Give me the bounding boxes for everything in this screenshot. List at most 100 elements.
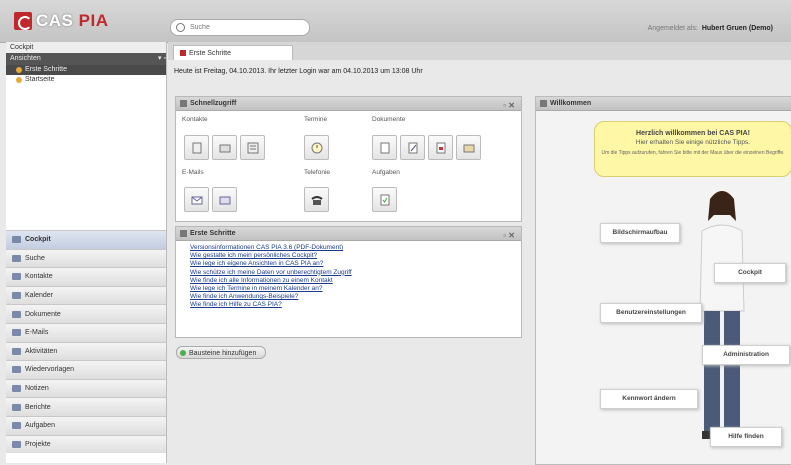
group-termine: Termine bbox=[304, 116, 328, 123]
group-dokumente: Dokumente bbox=[372, 116, 406, 123]
panel-icon bbox=[180, 230, 187, 237]
address-book-icon bbox=[219, 144, 230, 152]
logo-pia-text: PIA bbox=[78, 11, 109, 30]
user-label: Angemeldet als: bbox=[647, 25, 698, 32]
panel-header: Willkommen bbox=[536, 97, 791, 111]
inbox-icon bbox=[219, 196, 230, 204]
panel-title: Erste Schritte bbox=[190, 230, 236, 237]
nav-projekte[interactable]: Projekte bbox=[6, 434, 166, 454]
bubble-hint: Um die Tipps aufzurufen, fahren Sie bitt… bbox=[601, 150, 785, 156]
nav-emails[interactable]: E-Mails bbox=[6, 322, 166, 342]
panel-icon bbox=[540, 100, 547, 107]
document-icon bbox=[380, 142, 389, 153]
phone-call-button[interactable] bbox=[304, 187, 329, 212]
new-email-button[interactable] bbox=[184, 187, 209, 212]
view-item-erste-schritte[interactable]: Erste Schritte bbox=[6, 65, 166, 75]
app-logo: CAS PIA bbox=[14, 10, 108, 32]
first-steps-link[interactable]: Wie finde ich Anwendungs-Beispiele? bbox=[190, 293, 352, 301]
panel-header: Erste Schritte ▫ ✕ bbox=[176, 227, 521, 241]
first-steps-link[interactable]: Wie schütze ich meine Daten vor unberech… bbox=[190, 269, 352, 277]
views-header: Ansichten ▾ ▫ bbox=[6, 53, 166, 65]
mail-icon bbox=[12, 329, 21, 337]
nav-notizen[interactable]: Notizen bbox=[6, 378, 166, 398]
email-inbox-button[interactable] bbox=[212, 187, 237, 212]
search-icon bbox=[12, 254, 21, 262]
view-item-startseite[interactable]: Startseite bbox=[6, 75, 166, 85]
nav-label: Projekte bbox=[25, 440, 51, 448]
pdf-document-button[interactable] bbox=[428, 135, 453, 160]
close-icon[interactable]: ▫ ✕ bbox=[503, 229, 515, 242]
nav-label: Aktivitäten bbox=[25, 347, 58, 355]
edit-document-button[interactable] bbox=[400, 135, 425, 160]
group-kontakte: Kontakte bbox=[182, 116, 208, 123]
nav-aktivitaeten[interactable]: Aktivitäten bbox=[6, 341, 166, 361]
new-appointment-button[interactable] bbox=[304, 135, 329, 160]
cockpit-icon bbox=[12, 236, 21, 244]
tab-bar: Erste Schritte bbox=[168, 42, 791, 60]
nav-suche[interactable]: Suche bbox=[6, 248, 166, 268]
tab-erste-schritte[interactable]: Erste Schritte bbox=[173, 45, 293, 60]
tip-hilfe-finden[interactable]: Hilfe finden bbox=[710, 427, 782, 447]
first-steps-link[interactable]: Wie lege ich Termine in meinem Kalender … bbox=[190, 285, 352, 293]
task-icon bbox=[380, 194, 389, 205]
search-input[interactable] bbox=[188, 23, 302, 32]
nav-berichte[interactable]: Berichte bbox=[6, 397, 166, 416]
new-contact-button[interactable] bbox=[184, 135, 209, 160]
new-task-button[interactable] bbox=[372, 187, 397, 212]
search-box[interactable] bbox=[170, 19, 310, 36]
nav-label: Suche bbox=[25, 254, 45, 262]
group-emails: E-Mails bbox=[182, 169, 204, 176]
module-nav: Cockpit Suche Kontakte Kalender Dokument… bbox=[6, 230, 166, 454]
view-icon bbox=[16, 77, 22, 83]
panel-icon bbox=[180, 100, 187, 107]
nav-label: Dokumente bbox=[25, 310, 61, 318]
add-modules-button[interactable]: Bausteine hinzufügen bbox=[176, 346, 266, 359]
tip-kennwort-aendern[interactable]: Kennwort ändern bbox=[600, 389, 698, 409]
nav-label: Kalender bbox=[25, 292, 54, 300]
first-steps-link[interactable]: Wie finde ich alle Informationen zu eine… bbox=[190, 277, 352, 285]
reminder-icon bbox=[12, 366, 21, 374]
nav-kontakte[interactable]: Kontakte bbox=[6, 267, 166, 286]
document-archive-button[interactable] bbox=[456, 135, 481, 160]
nav-label: Cockpit bbox=[25, 236, 51, 244]
tip-administration[interactable]: Administration bbox=[702, 345, 790, 365]
activity-icon bbox=[12, 347, 21, 355]
user-info: Angemeldet als: Hubert Gruen (Demo) bbox=[648, 25, 773, 32]
nav-label: Aufgaben bbox=[25, 422, 55, 430]
project-icon bbox=[12, 440, 21, 448]
nav-aufgaben[interactable]: Aufgaben bbox=[6, 415, 166, 435]
nav-label: Kontakte bbox=[25, 273, 53, 281]
search-icon bbox=[176, 23, 185, 32]
first-steps-links: Versionsinformationen CAS PIA 3.6 (PDF-D… bbox=[190, 244, 352, 310]
phone-icon bbox=[310, 195, 323, 205]
logo-cas-text: CAS bbox=[36, 11, 74, 30]
nav-label: E-Mails bbox=[25, 329, 49, 337]
close-icon[interactable]: ▫ ✕ bbox=[503, 99, 515, 112]
nav-cockpit[interactable]: Cockpit bbox=[6, 230, 166, 249]
tip-cockpit[interactable]: Cockpit bbox=[714, 263, 786, 283]
first-steps-link[interactable]: Wie lege ich eigene Ansichten in CAS PIA… bbox=[190, 260, 352, 268]
nav-label: Wiedervorlagen bbox=[25, 366, 75, 374]
mail-icon bbox=[191, 196, 202, 204]
bubble-subtitle: Hier erhalten Sie einige nützliche Tipps… bbox=[635, 139, 751, 146]
tip-benutzereinstellungen[interactable]: Benutzereinstellungen bbox=[600, 303, 702, 323]
tip-bildschirmaufbau[interactable]: Bildschirmaufbau bbox=[600, 223, 680, 243]
contact-sheet-button[interactable] bbox=[240, 135, 265, 160]
task-icon bbox=[12, 422, 21, 430]
views-options-icon[interactable]: ▾ ▫ bbox=[158, 53, 166, 65]
contact-list-button[interactable] bbox=[212, 135, 237, 160]
new-document-button[interactable] bbox=[372, 135, 397, 160]
nav-kalender[interactable]: Kalender bbox=[6, 285, 166, 305]
first-steps-link[interactable]: Versionsinformationen CAS PIA 3.6 (PDF-D… bbox=[190, 244, 352, 252]
clock-icon bbox=[311, 142, 322, 153]
views-title: Ansichten bbox=[10, 55, 41, 62]
user-name[interactable]: Hubert Gruen (Demo) bbox=[702, 25, 773, 32]
panel-header: Schnellzugriff ▫ ✕ bbox=[176, 97, 521, 111]
contact-card-icon bbox=[192, 142, 201, 153]
first-steps-link[interactable]: Wie finde ich Hilfe zu CAS PIA? bbox=[190, 301, 352, 309]
contact-sheet-icon bbox=[247, 142, 258, 153]
first-steps-link[interactable]: Wie gestalte ich mein persönliches Cockp… bbox=[190, 252, 352, 260]
nav-wiedervorlagen[interactable]: Wiedervorlagen bbox=[6, 360, 166, 379]
nav-dokumente[interactable]: Dokumente bbox=[6, 304, 166, 323]
greeting-text: Heute ist Freitag, 04.10.2013. Ihr letzt… bbox=[174, 68, 423, 75]
